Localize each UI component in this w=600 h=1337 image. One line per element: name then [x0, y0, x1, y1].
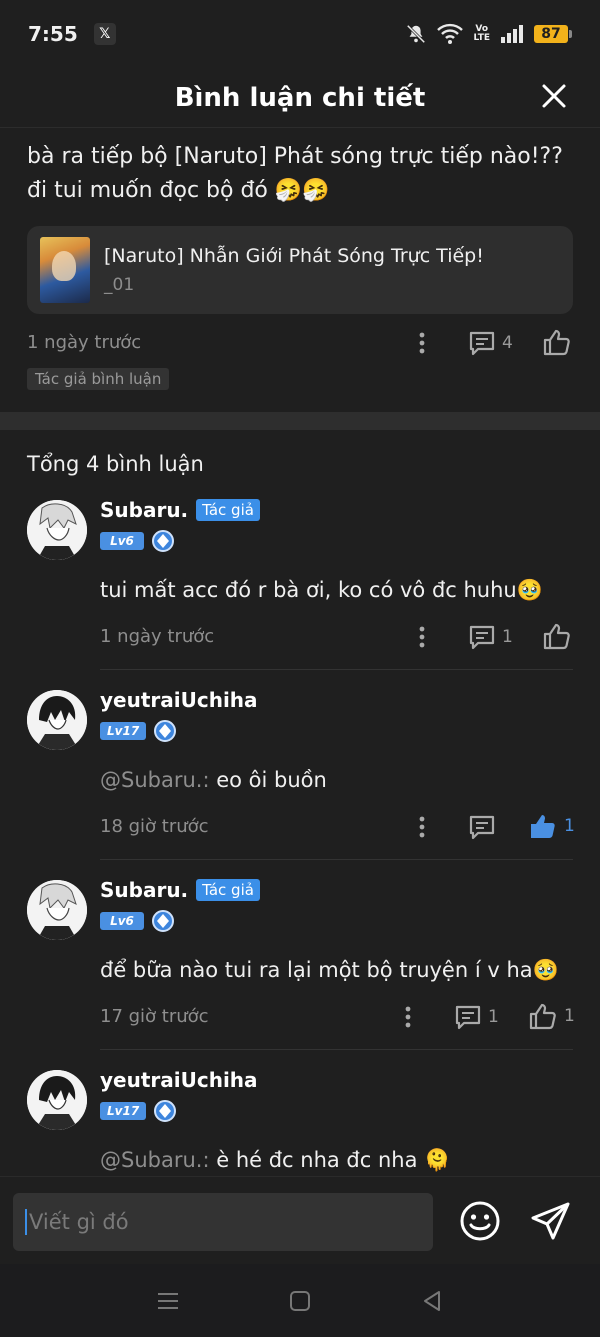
username[interactable]: yeutraiUchiha [100, 688, 258, 712]
book-subtitle: _01 [104, 275, 135, 295]
avatar[interactable] [27, 500, 87, 560]
header: Bình luận chi tiết [0, 68, 600, 128]
comment-time: 17 giờ trước [100, 1006, 209, 1027]
x-app-icon: 𝕏 [93, 23, 116, 45]
reply-button[interactable]: 1 [454, 1004, 499, 1030]
like-count: 1 [564, 1006, 575, 1026]
comment-item: yeutraiUchiha Lv17 @Subaru.: è hé đc nha… [0, 1070, 600, 1176]
more-options-button[interactable] [398, 1004, 418, 1030]
comment-text: @Subaru.: è hé đc nha đc nha 🫠 [100, 1148, 451, 1172]
diamond-badge-icon [152, 530, 174, 552]
more-vertical-icon [419, 332, 425, 354]
home-nav-icon[interactable] [289, 1290, 311, 1312]
username[interactable]: Subaru. [100, 498, 188, 522]
reply-button[interactable]: 4 [468, 330, 513, 356]
wifi-icon [437, 23, 464, 44]
comment-text: để bữa nào tui ra lại một bộ truyện í v … [100, 958, 559, 982]
comment-time: 1 ngày trước [100, 626, 215, 647]
thumbs-up-icon [529, 1003, 556, 1030]
thumbs-up-filled-icon [531, 815, 555, 838]
battery-icon: 87 [534, 25, 572, 43]
reply-count: 1 [488, 1007, 499, 1027]
like-button[interactable]: 1 [528, 1002, 575, 1030]
more-vertical-icon [419, 816, 425, 838]
username[interactable]: yeutraiUchiha [100, 1070, 258, 1092]
diamond-badge-icon [154, 720, 177, 742]
emoji-button[interactable] [458, 1199, 502, 1243]
divider [100, 859, 573, 860]
status-icons: Vo LTE 87 [405, 23, 572, 45]
diamond-badge-icon [152, 910, 174, 932]
comment-input-box[interactable] [13, 1193, 433, 1251]
comment-input[interactable] [29, 1210, 409, 1234]
main-comment-text: bà ra tiếp bộ [Naruto] Phát sóng trực ti… [27, 144, 563, 203]
comment-item: Subaru. Tác giả Lv6 tui mất acc đó r bà … [0, 498, 600, 690]
mention-link[interactable]: @Subaru.: [100, 768, 210, 792]
comment-time: 18 giờ trước [100, 816, 209, 837]
like-button[interactable] [542, 328, 572, 356]
total-comments-label: Tổng 4 bình luận [27, 452, 204, 476]
reply-count: 1 [502, 627, 513, 647]
comment-item: Subaru. Tác giả Lv6 để bữa nào tui ra lạ… [0, 878, 600, 1070]
more-vertical-icon [405, 1006, 411, 1028]
mention-link[interactable]: @Subaru.: [100, 1148, 210, 1172]
more-options-button[interactable] [412, 624, 432, 650]
system-nav-bar [0, 1264, 600, 1337]
avatar[interactable] [27, 690, 87, 750]
main-comment-time: 1 ngày trước [27, 332, 142, 353]
like-button[interactable] [542, 622, 572, 650]
comment-icon [469, 815, 495, 840]
section-divider [0, 412, 600, 430]
signal-icon [501, 25, 523, 43]
send-icon [531, 1202, 570, 1240]
emoji-icon [460, 1201, 500, 1241]
text-caret [25, 1209, 27, 1235]
status-time: 7:55 [28, 22, 78, 46]
close-button[interactable] [538, 80, 570, 112]
divider [100, 1049, 573, 1050]
close-icon [542, 84, 566, 108]
reply-button[interactable]: 1 [468, 624, 513, 650]
like-count: 1 [564, 816, 575, 836]
avatar[interactable] [27, 1070, 87, 1130]
volte-indicator: Vo LTE [473, 24, 490, 43]
book-card[interactable]: [Naruto] Nhẫn Giới Phát Sóng Trực Tiếp! … [27, 226, 573, 314]
avatar[interactable] [27, 880, 87, 940]
book-cover-image [40, 237, 90, 303]
comment-icon [469, 625, 495, 650]
thumbs-up-icon [543, 329, 570, 356]
status-bar: 7:55 𝕏 Vo LTE 87 [0, 0, 600, 68]
author-badge: Tác giả [196, 499, 260, 521]
send-button[interactable] [529, 1199, 573, 1243]
like-button-active[interactable]: 1 [528, 812, 575, 840]
comment-icon [469, 331, 495, 356]
comment-text: tui mất acc đó r bà ơi, ko có vô đc huhu… [100, 578, 543, 602]
more-options-button[interactable] [412, 330, 432, 356]
username[interactable]: Subaru. [100, 878, 188, 902]
author-badge: Tác giả [196, 879, 260, 901]
reply-count: 4 [502, 333, 513, 353]
diamond-badge-icon [154, 1100, 177, 1122]
more-options-button[interactable] [412, 814, 432, 840]
comment-icon [455, 1005, 481, 1030]
divider [100, 669, 573, 670]
comment-item: yeutraiUchiha Lv17 @Subaru.: eo ôi buồn … [0, 688, 600, 880]
page-title: Bình luận chi tiết [174, 82, 426, 113]
reply-button[interactable] [468, 814, 496, 840]
author-comment-tag: Tác giả bình luận [27, 368, 170, 390]
comment-composer [0, 1176, 600, 1264]
level-badge: Lv6 [100, 912, 144, 930]
thumbs-up-icon [543, 623, 570, 650]
level-badge: Lv17 [100, 1102, 147, 1120]
back-nav-icon[interactable] [421, 1290, 443, 1312]
level-badge: Lv17 [100, 722, 147, 740]
more-vertical-icon [419, 626, 425, 648]
comment-text: @Subaru.: eo ôi buồn [100, 768, 327, 792]
menu-nav-icon[interactable] [157, 1291, 179, 1311]
book-title: [Naruto] Nhẫn Giới Phát Sóng Trực Tiếp! [104, 245, 484, 267]
level-badge: Lv6 [100, 532, 144, 550]
mute-bell-icon [407, 24, 426, 44]
